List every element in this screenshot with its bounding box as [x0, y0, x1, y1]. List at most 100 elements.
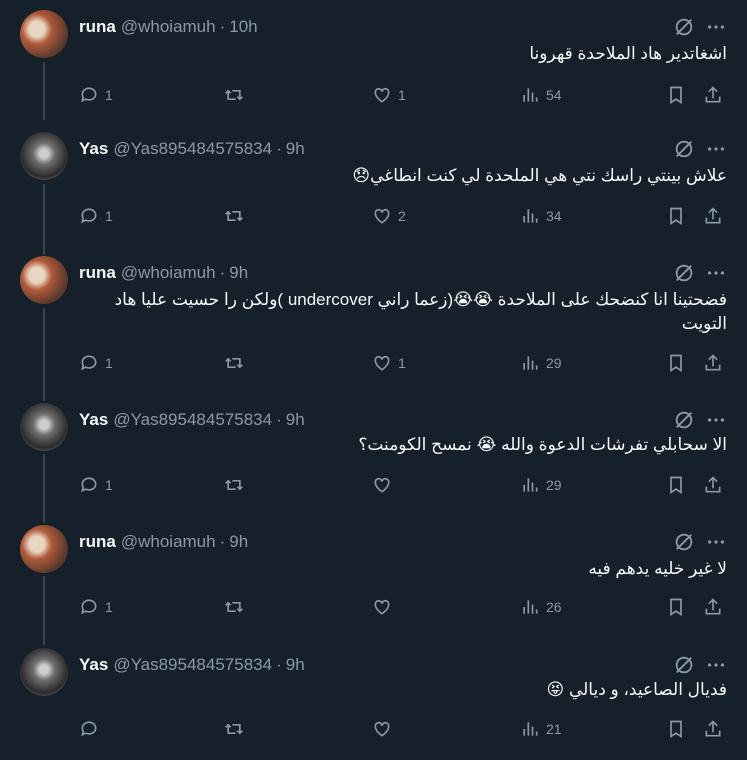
- separator-dot: ·: [276, 410, 282, 429]
- avatar[interactable]: [20, 132, 68, 180]
- like-button[interactable]: 1: [372, 353, 406, 373]
- bookmark-button[interactable]: [666, 85, 686, 105]
- share-button[interactable]: [703, 475, 723, 495]
- reply-button[interactable]: 1: [79, 85, 113, 105]
- separator-dot: ·: [219, 263, 226, 282]
- reply-button[interactable]: 1: [79, 353, 113, 373]
- tweet[interactable]: runa @whoiamuh · 9h فضحتينا انا كنضحك عل…: [0, 256, 747, 396]
- reply-button[interactable]: 1: [79, 206, 113, 226]
- share-button[interactable]: [703, 85, 723, 105]
- views-count: 29: [546, 355, 562, 371]
- timestamp[interactable]: 9h: [286, 410, 305, 430]
- more-icon[interactable]: [705, 409, 727, 431]
- like-count: 1: [398, 355, 406, 371]
- retweet-button[interactable]: [223, 353, 245, 373]
- timestamp[interactable]: 9h: [229, 263, 248, 283]
- reply-button[interactable]: 1: [79, 597, 113, 617]
- timestamp[interactable]: 9h: [229, 532, 248, 552]
- retweet-button[interactable]: [223, 597, 245, 617]
- display-name[interactable]: Yas: [79, 139, 108, 159]
- user-handle[interactable]: @Yas895484575834: [113, 655, 272, 675]
- bookmark-button[interactable]: [666, 206, 686, 226]
- like-button[interactable]: 1: [372, 85, 406, 105]
- reply-button[interactable]: [79, 719, 105, 739]
- avatar[interactable]: [20, 648, 68, 696]
- retweet-button[interactable]: [223, 206, 245, 226]
- bookmark-icon: [670, 476, 682, 495]
- grok-icon[interactable]: [673, 16, 695, 38]
- views-button[interactable]: 54: [520, 85, 562, 105]
- avatar[interactable]: [20, 525, 68, 573]
- tweet[interactable]: runa @whoiamuh · 9h لا غير خليه يدهم فيه…: [0, 525, 747, 635]
- display-name[interactable]: Yas: [79, 410, 108, 430]
- user-handle[interactable]: @Yas895484575834: [113, 410, 272, 430]
- share-button[interactable]: [703, 719, 723, 739]
- like-button[interactable]: 2: [372, 206, 406, 226]
- views-button[interactable]: 26: [520, 597, 562, 617]
- timestamp[interactable]: 10h: [229, 17, 257, 37]
- views-count: 29: [546, 477, 562, 493]
- tweet-text: علاش بينتي راسك نتي هي الملحدة لي كنت ان…: [352, 166, 727, 185]
- views-button[interactable]: 29: [520, 353, 562, 373]
- action-bar: 1 1 54: [79, 84, 727, 106]
- more-icon[interactable]: [705, 654, 727, 676]
- user-handle[interactable]: @whoiamuh: [121, 532, 216, 552]
- reply-icon: [81, 208, 97, 224]
- views-icon: [523, 356, 538, 370]
- tweet[interactable]: Yas @Yas895484575834 · 9h فديال الصاعيد،…: [0, 648, 747, 758]
- tweet[interactable]: Yas @Yas895484575834 · 9h علاش بينتي راس…: [0, 132, 747, 242]
- share-button[interactable]: [703, 597, 723, 617]
- views-icon: [523, 722, 538, 736]
- display-name[interactable]: Yas: [79, 655, 108, 675]
- timestamp[interactable]: 9h: [286, 655, 305, 675]
- avatar[interactable]: [20, 256, 68, 304]
- tweet[interactable]: runa @whoiamuh · 10h اشغاتدير هاد الملاح…: [0, 10, 747, 120]
- reply-count: 1: [105, 477, 113, 493]
- more-icon[interactable]: [705, 138, 727, 160]
- bookmark-button[interactable]: [666, 597, 686, 617]
- like-button[interactable]: [372, 597, 398, 617]
- avatar[interactable]: [20, 403, 68, 451]
- views-button[interactable]: 29: [520, 475, 562, 495]
- retweet-icon: [225, 479, 243, 491]
- bookmark-icon: [670, 598, 682, 617]
- separator-dot: ·: [276, 139, 282, 158]
- views-button[interactable]: 21: [520, 719, 562, 739]
- like-icon: [374, 599, 390, 615]
- like-count: 2: [398, 208, 406, 224]
- bookmark-button[interactable]: [666, 353, 686, 373]
- views-count: 34: [546, 208, 562, 224]
- retweet-button[interactable]: [223, 85, 245, 105]
- action-bar: 1 1 29: [79, 352, 727, 374]
- user-handle[interactable]: @whoiamuh: [121, 263, 216, 283]
- display-name[interactable]: runa: [79, 532, 116, 552]
- more-icon[interactable]: [705, 16, 727, 38]
- tweet-header: Yas @Yas895484575834 · 9h: [79, 654, 727, 676]
- display-name[interactable]: runa: [79, 263, 116, 283]
- user-handle[interactable]: @whoiamuh: [121, 17, 216, 37]
- share-button[interactable]: [703, 206, 723, 226]
- share-icon: [705, 207, 721, 224]
- views-button[interactable]: 34: [520, 206, 562, 226]
- reply-button[interactable]: 1: [79, 475, 113, 495]
- retweet-button[interactable]: [223, 719, 245, 739]
- timestamp[interactable]: 9h: [286, 139, 305, 159]
- avatar[interactable]: [20, 10, 68, 58]
- retweet-button[interactable]: [223, 475, 245, 495]
- grok-icon[interactable]: [673, 138, 695, 160]
- more-icon[interactable]: [705, 531, 727, 553]
- display-name[interactable]: runa: [79, 17, 116, 37]
- grok-icon[interactable]: [673, 409, 695, 431]
- like-button[interactable]: [372, 475, 398, 495]
- like-button[interactable]: [372, 719, 398, 739]
- more-icon[interactable]: [705, 262, 727, 284]
- bookmark-icon: [670, 207, 682, 226]
- grok-icon[interactable]: [673, 262, 695, 284]
- bookmark-button[interactable]: [666, 475, 686, 495]
- user-handle[interactable]: @Yas895484575834: [113, 139, 272, 159]
- share-button[interactable]: [703, 353, 723, 373]
- tweet[interactable]: Yas @Yas895484575834 · 9h الا سحابلي تفر…: [0, 403, 747, 513]
- grok-icon[interactable]: [673, 531, 695, 553]
- bookmark-button[interactable]: [666, 719, 686, 739]
- grok-icon[interactable]: [673, 654, 695, 676]
